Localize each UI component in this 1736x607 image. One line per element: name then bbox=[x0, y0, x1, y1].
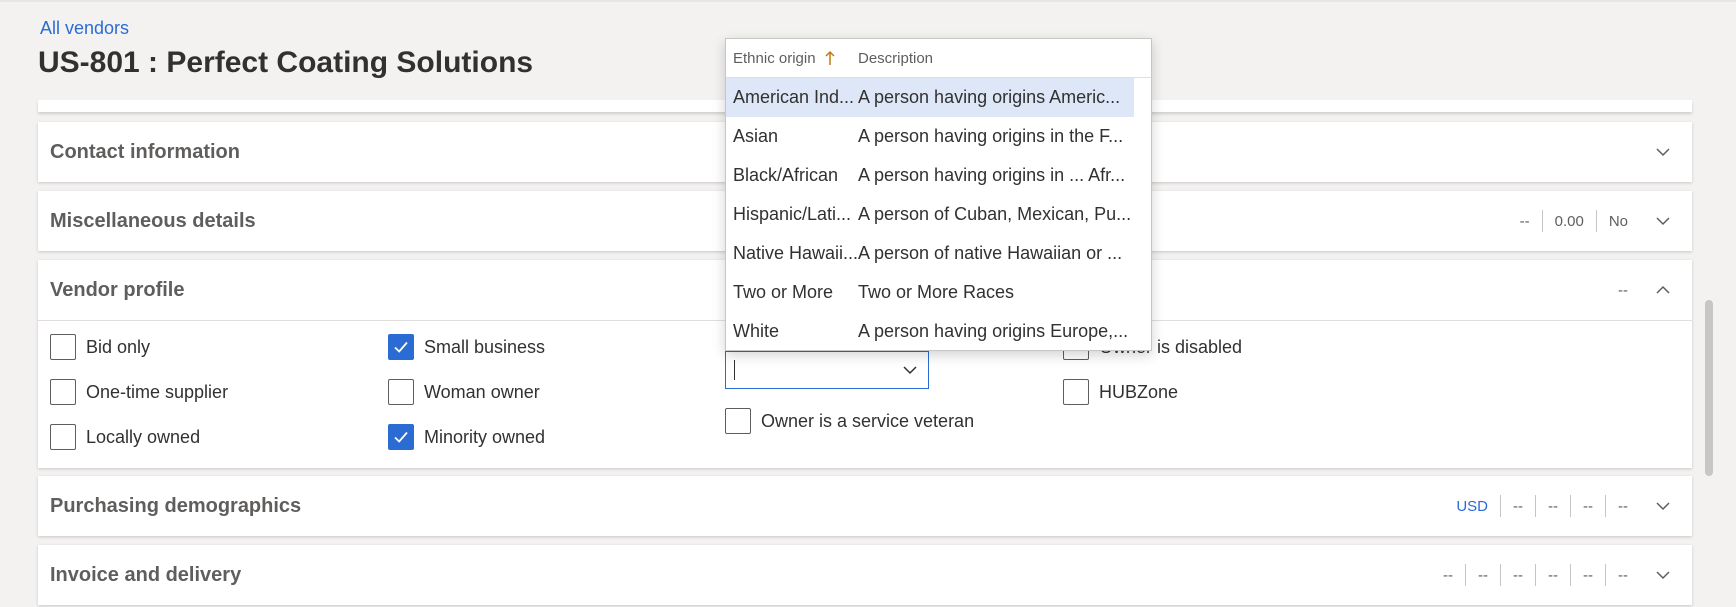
invoice-summary-value: -- bbox=[1443, 566, 1453, 584]
lookup-cell-description: A person having origins Americ... bbox=[858, 87, 1121, 107]
lookup-cell-description: A person of native Hawaiian or ... bbox=[858, 243, 1123, 263]
lookup-cell-description: A person of Cuban, Mexican, Pu... bbox=[858, 204, 1132, 224]
bid-only-checkbox-row[interactable]: Bid only bbox=[50, 334, 150, 360]
one-time-supplier-label: One-time supplier bbox=[86, 381, 229, 402]
woman-owner-checkbox-row[interactable]: Woman owner bbox=[388, 379, 540, 405]
small-business-checkbox[interactable] bbox=[388, 334, 414, 360]
small-business-checkbox-row[interactable]: Small business bbox=[388, 334, 545, 360]
locally-owned-checkbox-row[interactable]: Locally owned bbox=[50, 424, 200, 450]
purchasing-summary-value: -- bbox=[1548, 497, 1558, 515]
vertical-scrollbar[interactable] bbox=[1705, 300, 1713, 476]
page-title: US-801 : Perfect Coating Solutions bbox=[38, 46, 534, 79]
text-caret bbox=[734, 360, 735, 380]
chevron-up-icon[interactable] bbox=[1646, 273, 1680, 307]
lookup-row[interactable]: White A person having origins Europe,... bbox=[726, 312, 1134, 351]
misc-summary-value: No bbox=[1608, 212, 1628, 230]
lookup-cell-origin: Two or More bbox=[733, 282, 834, 302]
lookup-cell-origin: Hispanic/Lati... bbox=[733, 204, 852, 224]
column-header-description[interactable]: Description bbox=[858, 50, 1151, 67]
window-top-edge bbox=[0, 0, 1736, 2]
service-veteran-label: Owner is a service veteran bbox=[761, 410, 975, 431]
bid-only-label: Bid only bbox=[86, 336, 151, 357]
locally-owned-checkbox[interactable] bbox=[50, 424, 76, 450]
minority-owned-checkbox-row[interactable]: Minority owned bbox=[388, 424, 545, 450]
ethnic-origin-lookup: Ethnic origin Description American Ind..… bbox=[725, 38, 1152, 351]
hubzone-label: HUBZone bbox=[1099, 381, 1179, 402]
lookup-cell-description: Two or More Races bbox=[858, 282, 1015, 302]
sort-ascending-icon bbox=[825, 50, 835, 65]
purchasing-summary-value: -- bbox=[1618, 497, 1628, 515]
invoice-summary-value: -- bbox=[1618, 566, 1628, 584]
small-business-label: Small business bbox=[424, 336, 546, 357]
column-header-label: Description bbox=[858, 49, 934, 67]
fasttab-misc-title: Miscellaneous details bbox=[50, 209, 256, 232]
column-header-ethnic-origin[interactable]: Ethnic origin bbox=[726, 50, 858, 67]
one-time-supplier-checkbox-row[interactable]: One-time supplier bbox=[50, 379, 228, 405]
lookup-row[interactable]: Asian A person having origins in the F..… bbox=[726, 117, 1134, 156]
currency-value[interactable]: USD bbox=[1444, 498, 1500, 515]
lookup-cell-description: A person having origins Europe,... bbox=[858, 321, 1129, 341]
fasttab-invoice-summary: -- -- -- -- -- -- bbox=[1431, 545, 1680, 605]
checkmark-icon bbox=[394, 431, 408, 443]
fasttab-profile-summary: -- bbox=[1606, 260, 1680, 320]
fasttab-invoice-title: Invoice and delivery bbox=[50, 563, 242, 586]
fasttab-invoice-and-delivery: Invoice and delivery -- -- -- -- -- -- bbox=[38, 545, 1692, 605]
lookup-cell-origin: American Ind... bbox=[733, 87, 855, 107]
chevron-down-icon[interactable] bbox=[1646, 558, 1680, 592]
ethnic-origin-input[interactable] bbox=[725, 351, 929, 389]
lookup-cell-origin: Black/African bbox=[733, 165, 839, 185]
lookup-row[interactable]: Native Hawaii... A person of native Hawa… bbox=[726, 234, 1134, 273]
chevron-down-icon[interactable] bbox=[1646, 489, 1680, 523]
lookup-cell-origin: Native Hawaii... bbox=[733, 243, 858, 263]
fasttab-invoice-header[interactable]: Invoice and delivery -- -- -- -- -- -- bbox=[38, 545, 1692, 605]
lookup-cell-description: A person having origins in ... Afr... bbox=[858, 165, 1126, 185]
hubzone-checkbox-row[interactable]: HUBZone bbox=[1063, 379, 1178, 405]
lookup-header: Ethnic origin Description bbox=[726, 39, 1151, 78]
invoice-summary-value: -- bbox=[1548, 566, 1558, 584]
fasttab-purchasing-header[interactable]: Purchasing demographics USD -- -- -- -- bbox=[38, 476, 1692, 536]
lookup-cell-origin: White bbox=[733, 321, 780, 341]
fasttab-contact-title: Contact information bbox=[50, 140, 240, 163]
locally-owned-label: Locally owned bbox=[86, 426, 201, 447]
lookup-row[interactable]: Hispanic/Lati... A person of Cuban, Mexi… bbox=[726, 195, 1134, 234]
fasttab-contact-summary bbox=[1640, 122, 1680, 182]
profile-summary-value: -- bbox=[1618, 281, 1628, 299]
fasttab-purchasing-title: Purchasing demographics bbox=[50, 494, 302, 517]
fasttab-profile-title: Vendor profile bbox=[50, 278, 185, 301]
service-veteran-checkbox[interactable] bbox=[725, 408, 751, 434]
minority-owned-checkbox[interactable] bbox=[388, 424, 414, 450]
woman-owner-checkbox[interactable] bbox=[388, 379, 414, 405]
chevron-down-icon[interactable] bbox=[898, 358, 922, 382]
invoice-summary-value: -- bbox=[1513, 566, 1523, 584]
lookup-row[interactable]: American Ind... A person having origins … bbox=[726, 78, 1134, 117]
fasttab-purchasing-demographics: Purchasing demographics USD -- -- -- -- bbox=[38, 476, 1692, 536]
misc-summary-value: -- bbox=[1519, 212, 1530, 230]
fasttab-misc-summary: -- 0.00 No bbox=[1508, 191, 1680, 251]
lookup-cell-description: A person having origins in the F... bbox=[858, 126, 1124, 146]
lookup-cell-origin: Asian bbox=[733, 126, 779, 146]
fasttab-purchasing-summary: USD -- -- -- -- bbox=[1444, 476, 1680, 536]
lookup-row[interactable]: Two or More Two or More Races bbox=[726, 273, 1134, 312]
checkmark-icon bbox=[394, 341, 408, 353]
invoice-summary-value: -- bbox=[1583, 566, 1593, 584]
purchasing-summary-value: -- bbox=[1513, 497, 1523, 515]
woman-owner-label: Woman owner bbox=[424, 381, 540, 402]
lookup-row[interactable]: Black/African A person having origins in… bbox=[726, 156, 1134, 195]
one-time-supplier-checkbox[interactable] bbox=[50, 379, 76, 405]
column-header-label: Ethnic origin bbox=[733, 49, 816, 67]
hubzone-checkbox[interactable] bbox=[1063, 379, 1089, 405]
minority-owned-label: Minority owned bbox=[424, 426, 546, 447]
chevron-down-icon[interactable] bbox=[1646, 135, 1680, 169]
purchasing-summary-value: -- bbox=[1583, 497, 1593, 515]
breadcrumb-all-vendors[interactable]: All vendors bbox=[40, 18, 129, 39]
bid-only-checkbox[interactable] bbox=[50, 334, 76, 360]
invoice-summary-value: -- bbox=[1478, 566, 1488, 584]
misc-summary-value: 0.00 bbox=[1554, 212, 1584, 230]
chevron-down-icon[interactable] bbox=[1646, 204, 1680, 238]
service-veteran-checkbox-row[interactable]: Owner is a service veteran bbox=[725, 408, 974, 434]
